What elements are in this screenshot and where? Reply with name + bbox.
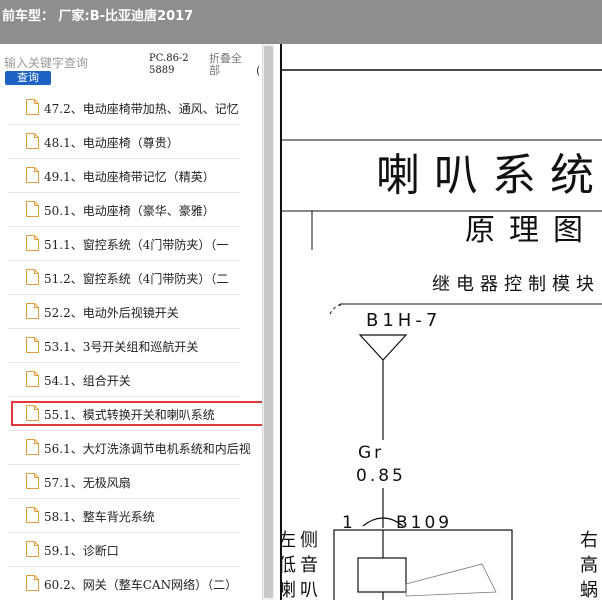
document-icon — [26, 507, 39, 523]
list-item[interactable]: 58.1、整车背光系统 — [0, 499, 262, 533]
list-item[interactable]: 57.1、无极风扇 — [0, 465, 262, 499]
list-item[interactable]: 55.1、模式转换开关和喇叭系统 — [0, 397, 264, 431]
list-item[interactable]: 50.1、电动座椅（豪华、豪雅） — [0, 193, 262, 227]
list-item-label: 58.1、整车背光系统 — [44, 510, 155, 524]
document-icon — [26, 439, 39, 455]
document-icon — [26, 99, 39, 115]
relay-module-label: 继电器控制模块 — [432, 274, 600, 295]
connector-arrow — [358, 334, 408, 361]
wire-gauge-label: 0.85 — [356, 466, 406, 486]
list-item[interactable]: 49.1、电动座椅带记忆（精英） — [0, 159, 262, 193]
search-button[interactable]: 查询 — [5, 71, 51, 85]
navigation-panel: 查询 PC.86-25889 折叠全部 ( 47.2、电动座椅带加热、通风、记忆… — [0, 44, 274, 600]
horn-coil — [357, 557, 407, 593]
document-icon — [26, 235, 39, 251]
document-icon — [26, 541, 39, 557]
list-item-label: 51.2、窗控系统（4门带防夹）（二 — [44, 272, 229, 286]
list-item-label: 59.1、诊断口 — [44, 544, 119, 558]
list-item-label: 48.1、电动座椅（尊贵） — [44, 136, 179, 150]
list-item[interactable]: 59.1、诊断口 — [0, 533, 262, 567]
left-text-line-1: 左侧 — [282, 530, 322, 551]
left-text-line-2: 低音 — [282, 555, 322, 576]
document-icon — [26, 269, 39, 285]
list-item[interactable]: 48.1、电动座椅（尊贵） — [0, 125, 262, 159]
scrollbar-thumb[interactable] — [264, 46, 273, 598]
list-item[interactable]: 53.1、3号开关组和巡航开关 — [0, 329, 262, 363]
list-item[interactable]: 60.2、网关（整车CAN网络）（二） — [0, 567, 262, 600]
list-scrollbar[interactable] — [262, 44, 274, 600]
horn-cone — [405, 563, 497, 597]
list-item-label: 50.1、电动座椅（豪华、豪雅） — [44, 204, 215, 218]
diagram-viewer: 喇叭系统 原理图 继电器控制模块 B1H-7 Gr 0.85 1 B109 左侧… — [280, 44, 602, 600]
pc-code-label: PC.86-25889 — [149, 53, 189, 76]
right-text-line-3: 蜗 — [580, 580, 598, 600]
wiring-diagram: 喇叭系统 原理图 继电器控制模块 B1H-7 Gr 0.85 1 B109 左侧… — [282, 69, 602, 600]
list-item-label: 49.1、电动座椅带记忆（精英） — [44, 170, 215, 184]
document-icon — [26, 303, 39, 319]
list-item-label: 57.1、无极风扇 — [44, 476, 131, 490]
window-title: 前车型： 厂家:B-比亚迪唐2017 — [2, 9, 194, 24]
list-item[interactable]: 54.1、组合开关 — [0, 363, 262, 397]
list-item[interactable]: 52.2、电动外后视镜开关 — [0, 295, 262, 329]
list-item[interactable]: 56.1、大灯洗涤调节电机系统和内后视 — [0, 431, 262, 465]
document-icon — [26, 473, 39, 489]
window-titlebar: 前车型： 厂家:B-比亚迪唐2017 — [0, 0, 602, 44]
list-item-label: 51.1、窗控系统（4门带防夹）（一 — [44, 238, 229, 252]
selection-highlight — [11, 401, 264, 426]
list-item-label: 53.1、3号开关组和巡航开关 — [44, 340, 199, 354]
connector-top-label: B1H-7 — [366, 310, 441, 331]
list-item-label: 54.1、组合开关 — [44, 374, 131, 388]
document-icon — [26, 575, 39, 591]
right-text-line-2: 高 — [580, 555, 598, 576]
fold-all-button[interactable]: 折叠全部 — [209, 53, 249, 77]
list-item-label: 52.2、电动外后视镜开关 — [44, 306, 179, 320]
list-item-label: 56.1、大灯洗涤调节电机系统和内后视 — [44, 442, 251, 456]
list-item[interactable]: 47.2、电动座椅带加热、通风、记忆 — [0, 91, 262, 125]
list-item-label: 47.2、电动座椅带加热、通风、记忆 — [44, 102, 239, 116]
document-icon — [26, 201, 39, 217]
toolbar-paren: ( — [256, 64, 261, 77]
document-icon — [26, 133, 39, 149]
diagram-subheading: 原理图 — [465, 213, 597, 248]
document-icon — [26, 167, 39, 183]
left-text-line-3: 喇叭 — [282, 580, 322, 600]
diagram-heading: 喇叭系统 — [376, 150, 602, 201]
list-item-label: 60.2、网关（整车CAN网络）（二） — [44, 578, 238, 592]
document-list: 47.2、电动座椅带加热、通风、记忆 48.1、电动座椅（尊贵） 49.1、电动座椅… — [0, 91, 264, 600]
wire-color-label: Gr — [358, 443, 384, 463]
list-item[interactable]: 51.1、窗控系统（4门带防夹）（一 — [0, 227, 262, 261]
document-icon — [26, 371, 39, 387]
document-icon — [26, 337, 39, 353]
list-item[interactable]: 51.2、窗控系统（4门带防夹）（二 — [0, 261, 262, 295]
right-text-line-1: 右 — [580, 530, 598, 551]
search-input[interactable] — [4, 54, 144, 72]
